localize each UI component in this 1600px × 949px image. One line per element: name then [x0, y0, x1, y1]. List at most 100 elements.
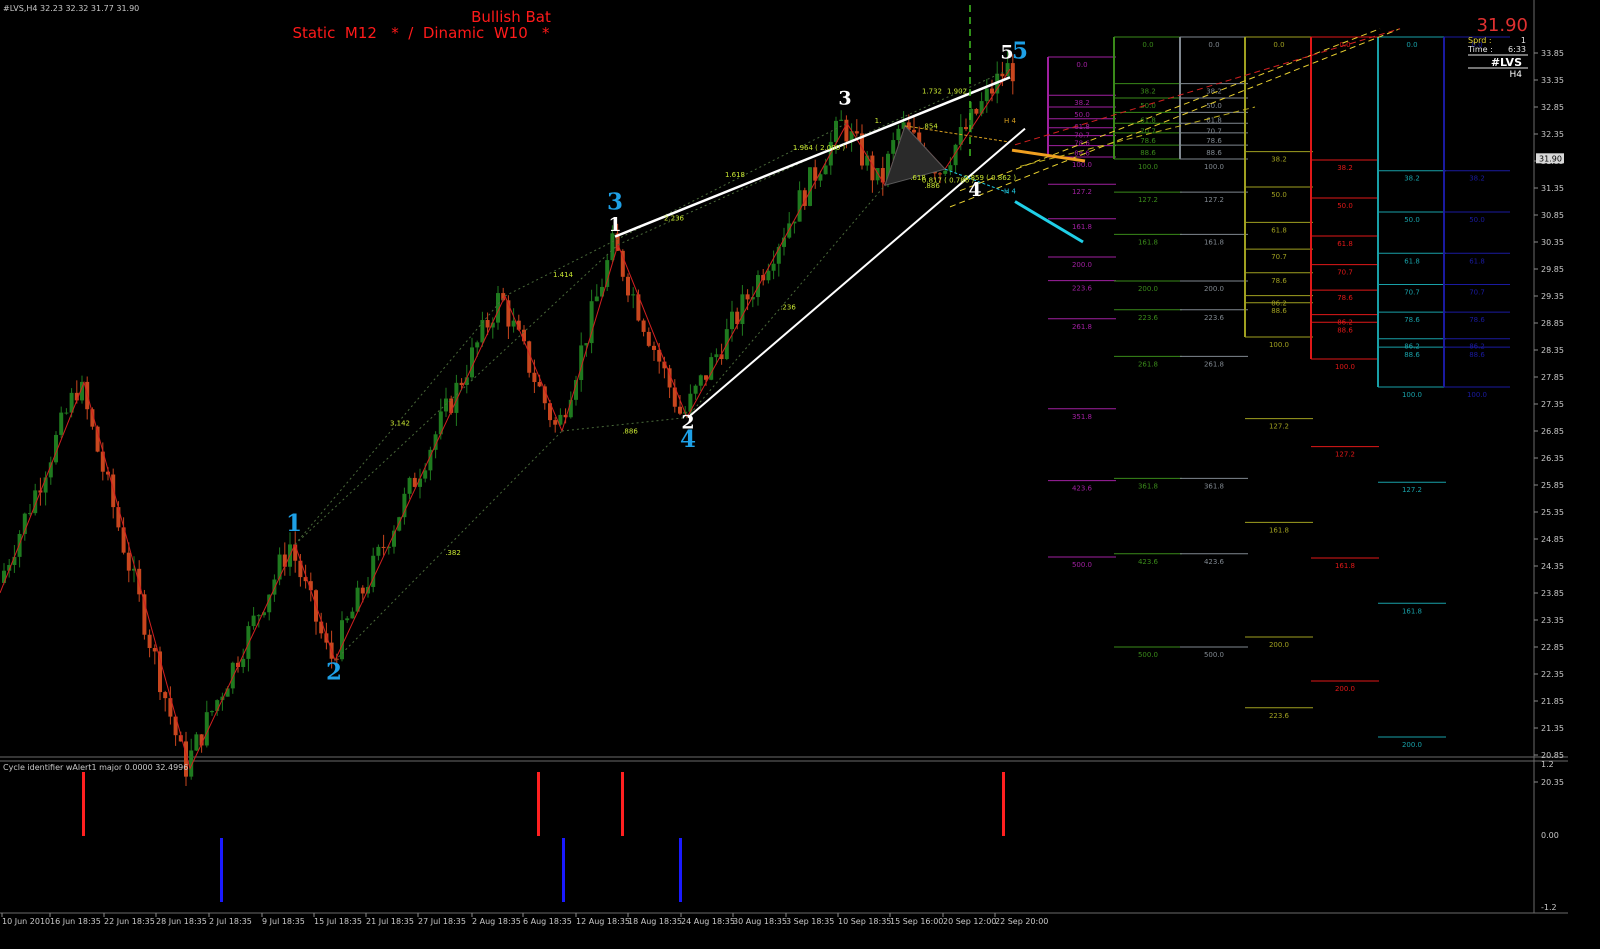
- bull-candle: [210, 711, 214, 713]
- fib-level-label: 261.8: [1138, 360, 1158, 368]
- bear-candle: [111, 474, 116, 508]
- date-tick-label: 28 Jun 18:35: [156, 917, 207, 926]
- bear-candle: [964, 127, 968, 130]
- bear-candle: [641, 320, 646, 332]
- fib-ratio-label: .854: [922, 123, 938, 131]
- bull-candle: [423, 470, 428, 479]
- date-tick-label: 3 Sep 18:35: [786, 917, 834, 926]
- bear-candle: [990, 88, 994, 94]
- fib-level-label: 361.8: [1138, 482, 1158, 490]
- info-symbol: #LVS: [1491, 56, 1522, 69]
- price-tick-label: 29.35: [1541, 292, 1564, 301]
- price-tick-label: 30.85: [1541, 211, 1564, 220]
- bull-candle: [797, 190, 802, 222]
- bull-candle: [740, 294, 745, 325]
- bull-candle: [59, 412, 64, 435]
- bull-candle: [345, 618, 350, 621]
- fib-level-label: 127.2: [1072, 188, 1092, 196]
- bear-candle: [163, 692, 168, 699]
- price-tick-label: 22.85: [1541, 643, 1564, 652]
- bull-candle: [17, 533, 22, 557]
- date-tick-label: 22 Jun 18:35: [104, 917, 155, 926]
- fib-level-label: 500.0: [1072, 561, 1092, 569]
- fib-level-label: 261.8: [1204, 360, 1224, 368]
- bull-candle: [943, 170, 948, 174]
- fib-level-label: 223.6: [1204, 314, 1225, 322]
- bull-candle: [470, 347, 474, 378]
- fib-level-label: 0.0: [1142, 41, 1153, 49]
- fib-level-label: 423.6: [1072, 485, 1093, 493]
- bull-candle: [277, 554, 282, 580]
- fib-ratio-label: 1.: [875, 117, 882, 125]
- bear-candle: [938, 173, 942, 175]
- bull-candle: [594, 296, 599, 302]
- fib-level-label: 0.0: [1406, 41, 1417, 49]
- fib-level-label: 423.6: [1204, 558, 1225, 566]
- price-tick-label: 24.85: [1541, 535, 1564, 544]
- info-timeframe: H4: [1510, 70, 1523, 80]
- bull-candle: [610, 233, 615, 261]
- fib-level-label: 361.8: [1204, 482, 1224, 490]
- cycle-top-bar: [621, 772, 624, 836]
- bull-candle: [693, 385, 698, 394]
- bull-candle: [730, 311, 734, 330]
- fib-level-label: 223.6: [1138, 314, 1159, 322]
- fib-level-label: 100.0: [1269, 341, 1289, 349]
- fib-level-label: 200.0: [1269, 641, 1289, 649]
- bear-candle: [844, 119, 849, 142]
- price-tick-label: 32.35: [1541, 130, 1564, 139]
- fib-level-label: 161.8: [1204, 238, 1224, 246]
- bear-candle: [745, 294, 750, 300]
- fib-level-label: 78.6: [1404, 316, 1420, 324]
- bull-candle: [511, 320, 516, 327]
- trading-chart[interactable]: 0.038.250.061.870.778.688.6100.0127.2161…: [0, 0, 1600, 949]
- bear-candle: [485, 320, 490, 328]
- bear-candle: [974, 108, 979, 114]
- bull-candle: [230, 662, 235, 689]
- price-tick-label: 26.85: [1541, 427, 1564, 436]
- bull-candle: [839, 119, 844, 121]
- fib-level-label: 88.6: [1469, 351, 1485, 359]
- fib-level-label: 500.0: [1138, 651, 1158, 659]
- fib-level-label: 127.2: [1402, 486, 1422, 494]
- bear-candle: [522, 329, 526, 342]
- price-tick-label: 24.35: [1541, 562, 1564, 571]
- date-tick-label: 30 Aug 18:35: [733, 917, 787, 926]
- wave-label-white: 3: [838, 87, 851, 109]
- date-tick-label: 18 Aug 18:35: [628, 917, 682, 926]
- fib-level-label: 78.6: [1271, 277, 1287, 285]
- bull-candle: [64, 412, 69, 414]
- price-tick-label: 22.35: [1541, 670, 1564, 679]
- chart-background: [0, 0, 1600, 949]
- date-tick-label: 10 Sep 18:35: [838, 917, 891, 926]
- fib-level-label: 88.6: [1337, 326, 1353, 334]
- fib-level-label: 261.8: [1072, 323, 1092, 331]
- date-tick-label: 2 Aug 18:35: [472, 917, 521, 926]
- fib-level-label: 0.0: [1208, 41, 1219, 49]
- fib-level-label: 100.0: [1072, 161, 1092, 169]
- date-tick-label: 6 Aug 18:35: [523, 917, 572, 926]
- price-tick-label: 25.85: [1541, 481, 1564, 490]
- bear-candle: [282, 554, 287, 567]
- current-price-display: 31.90: [1476, 15, 1528, 36]
- fib-ratio-label: 3.142: [390, 420, 410, 428]
- bear-candle: [537, 382, 542, 387]
- fib-level-label: 61.8: [1404, 257, 1420, 265]
- fib-level-label: 61.8: [1271, 226, 1287, 234]
- bear-candle: [1000, 73, 1005, 77]
- fib-ratio-label: 1.732: [922, 88, 942, 96]
- fib-level-label: 223.6: [1269, 712, 1290, 720]
- fib-level-label: 200.0: [1138, 285, 1158, 293]
- date-tick-label: 15 Jul 18:35: [314, 917, 362, 926]
- bear-candle: [1010, 63, 1015, 82]
- wave-label-white: 1: [608, 214, 621, 236]
- fib-level-label: 0.0: [1273, 41, 1284, 49]
- fib-level-label: 88.6: [1140, 149, 1156, 157]
- bull-candle: [698, 375, 703, 386]
- bull-candle: [948, 165, 953, 171]
- price-tick-label: 21.35: [1541, 724, 1564, 733]
- cycle-bottom-bar: [679, 838, 682, 902]
- fib-ratio-label: H 4: [1004, 117, 1016, 125]
- fib-level-label: 100.0: [1138, 163, 1158, 171]
- fib-level-label: 78.6: [1206, 137, 1222, 145]
